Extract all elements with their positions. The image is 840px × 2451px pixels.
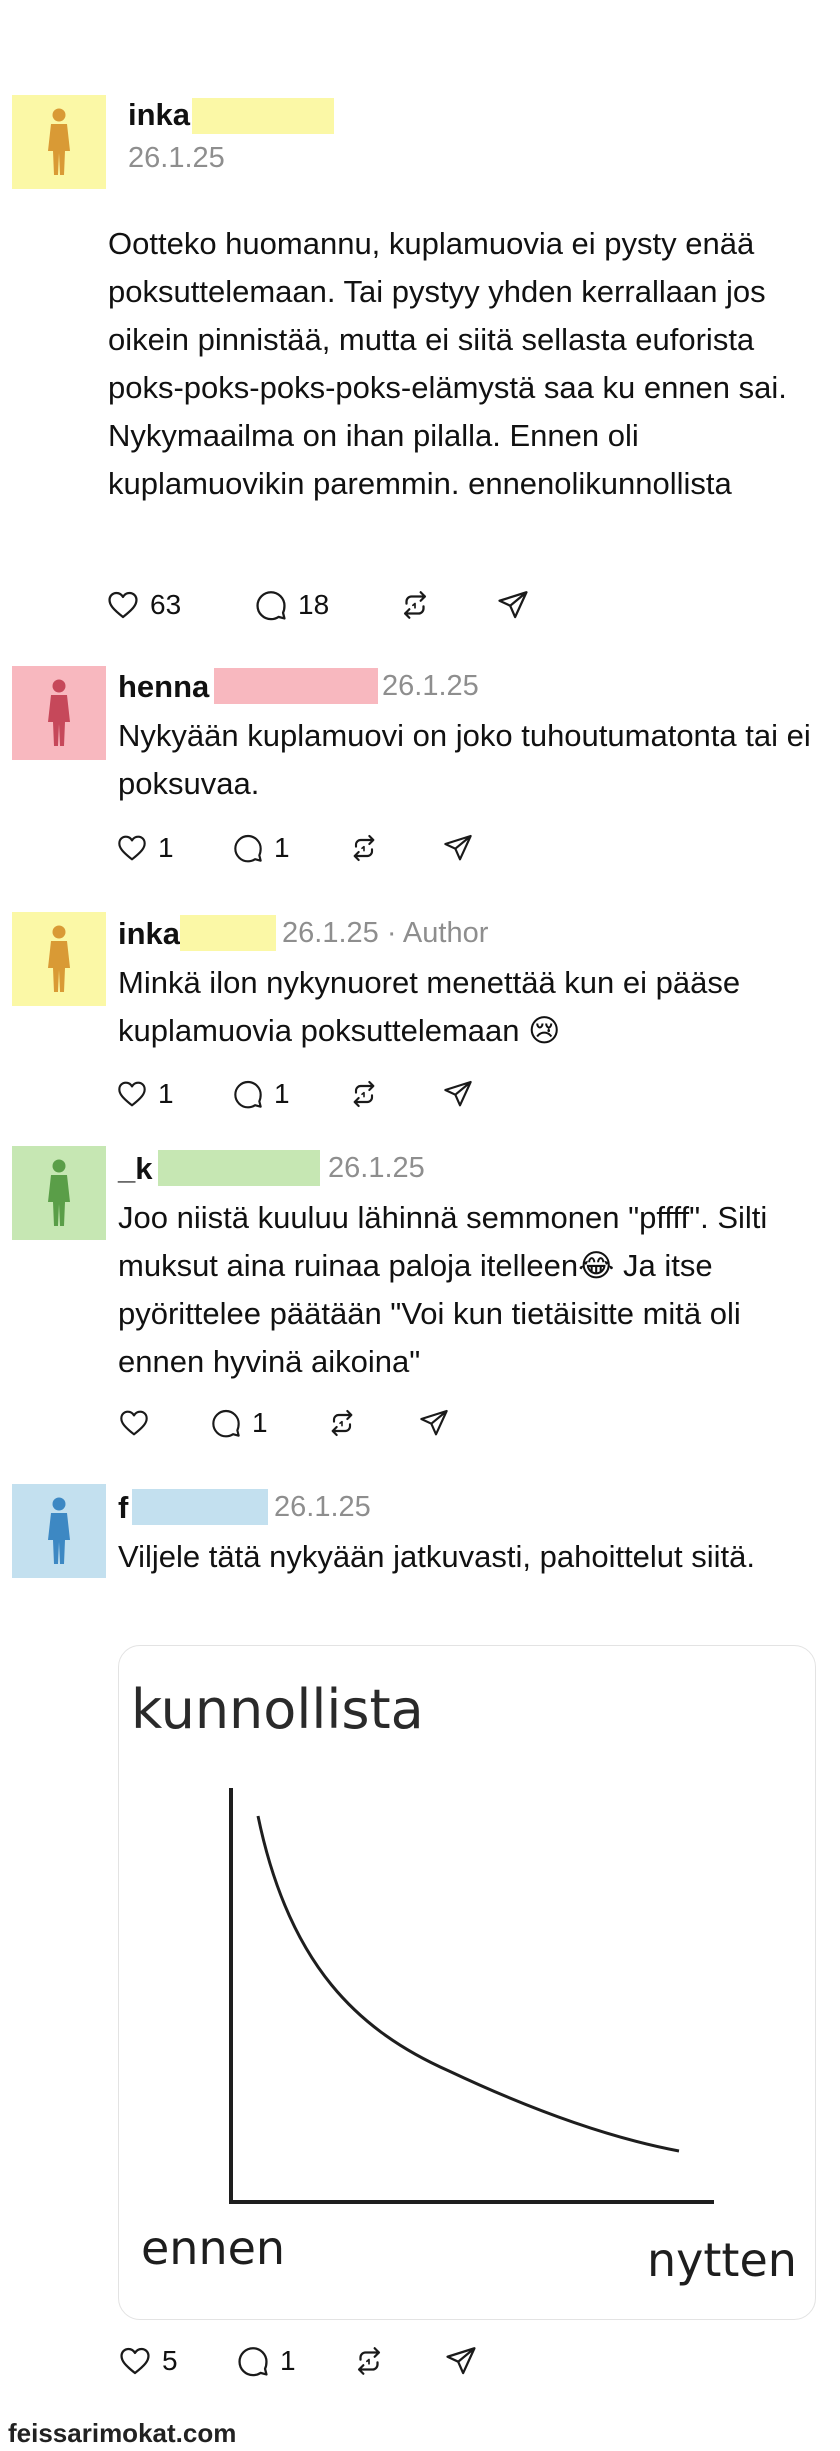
person-figure-icon — [48, 925, 70, 992]
repost-button[interactable] — [348, 832, 380, 864]
reply-date: 26.1.25 — [274, 1491, 371, 1523]
share-button[interactable] — [418, 1407, 450, 1439]
redaction-bar — [214, 668, 378, 704]
heart-icon — [118, 1407, 150, 1439]
redaction-bar — [192, 98, 334, 134]
avatar[interactable] — [12, 1484, 106, 1578]
like-button[interactable]: 63 — [106, 588, 181, 622]
redaction-bar — [158, 1150, 320, 1186]
share-button[interactable] — [442, 1078, 474, 1110]
repost-icon — [326, 1407, 358, 1439]
x-label-left: ennen — [141, 2221, 285, 2275]
repost-icon — [398, 588, 432, 622]
comment-icon — [232, 1078, 264, 1110]
reply-count: 1 — [274, 1078, 290, 1109]
redaction-bar — [180, 915, 276, 951]
avatar[interactable] — [12, 95, 106, 189]
like-count: 5 — [162, 2345, 178, 2376]
reply-button[interactable]: 18 — [254, 588, 329, 622]
comment-icon — [236, 2344, 270, 2378]
reply-date: 26.1.25 — [328, 1152, 425, 1184]
repost-button[interactable] — [352, 2344, 386, 2378]
person-figure-icon — [48, 108, 70, 175]
send-icon — [496, 588, 530, 622]
comment-icon — [254, 588, 288, 622]
share-button[interactable] — [444, 2344, 478, 2378]
author-name[interactable]: inka — [128, 97, 190, 133]
reply-date: 26.1.25 — [382, 670, 479, 702]
post-text: Ootteko huomannu, kuplamuovia ei pysty e… — [108, 226, 787, 501]
person-figure-icon — [48, 679, 70, 746]
author-name[interactable]: _k — [118, 1151, 152, 1187]
send-icon — [418, 1407, 450, 1439]
reply-button[interactable]: 1 — [232, 1078, 290, 1110]
post-date: 26.1.25 — [128, 142, 225, 174]
send-icon — [442, 1078, 474, 1110]
like-button[interactable]: 1 — [116, 832, 174, 864]
x-label-right: nytten — [647, 2233, 797, 2287]
repost-button[interactable] — [398, 588, 432, 622]
reply-text: Minkä ilon nykynuoret menettää kun ei pä… — [118, 965, 741, 1048]
avatar[interactable] — [12, 1146, 106, 1240]
reply-text: Viljele tätä nykyään jatkuvasti, pahoitt… — [118, 1539, 756, 1574]
watermark: feissarimokat.com — [8, 2418, 237, 2448]
heart-icon — [116, 832, 148, 864]
avatar[interactable] — [12, 912, 106, 1006]
attached-image[interactable]: kunnollista ennen nytten — [118, 1645, 816, 2320]
reply-count: 1 — [280, 2345, 296, 2376]
like-count: 63 — [150, 589, 182, 620]
decline-curve — [256, 1815, 680, 2153]
author-name[interactable]: f — [118, 1490, 128, 1526]
redaction-bar — [132, 1489, 268, 1525]
like-count: 1 — [158, 1078, 174, 1109]
comment-icon — [210, 1407, 242, 1439]
like-button[interactable]: 1 — [116, 1078, 174, 1110]
repost-icon — [352, 2344, 386, 2378]
person-figure-icon — [48, 1497, 70, 1564]
comment-icon — [232, 832, 264, 864]
author-name[interactable]: inka — [118, 916, 180, 952]
author-name[interactable]: henna — [118, 669, 209, 705]
heart-icon — [118, 2344, 152, 2378]
send-icon — [444, 2344, 478, 2378]
repost-icon — [348, 832, 380, 864]
share-button[interactable] — [442, 832, 474, 864]
reply-button[interactable]: 1 — [210, 1407, 268, 1439]
reply-button[interactable]: 1 — [232, 832, 290, 864]
share-button[interactable] — [496, 588, 530, 622]
avatar[interactable] — [12, 666, 106, 760]
heart-icon — [106, 588, 140, 622]
reply-count: 1 — [274, 832, 290, 863]
repost-icon — [348, 1078, 380, 1110]
reply-button[interactable]: 1 — [236, 2344, 296, 2378]
repost-button[interactable] — [326, 1407, 358, 1439]
meme-title: kunnollista — [131, 1678, 424, 1741]
reply-count: 18 — [298, 589, 330, 620]
reply-count: 1 — [252, 1407, 268, 1438]
repost-button[interactable] — [348, 1078, 380, 1110]
like-count: 1 — [158, 832, 174, 863]
like-button[interactable] — [118, 1407, 160, 1439]
person-figure-icon — [48, 1159, 70, 1226]
reply-text: Nykyään kuplamuovi on joko tuhoutumatont… — [118, 718, 811, 801]
heart-icon — [116, 1078, 148, 1110]
send-icon — [442, 832, 474, 864]
like-button[interactable]: 5 — [118, 2344, 178, 2378]
decline-graph-meme: kunnollista ennen nytten — [131, 1678, 797, 2287]
reply-date: 26.1.25 · Author — [282, 917, 489, 949]
reply-text: Joo niistä kuuluu lähinnä semmonen "pfff… — [118, 1200, 768, 1379]
